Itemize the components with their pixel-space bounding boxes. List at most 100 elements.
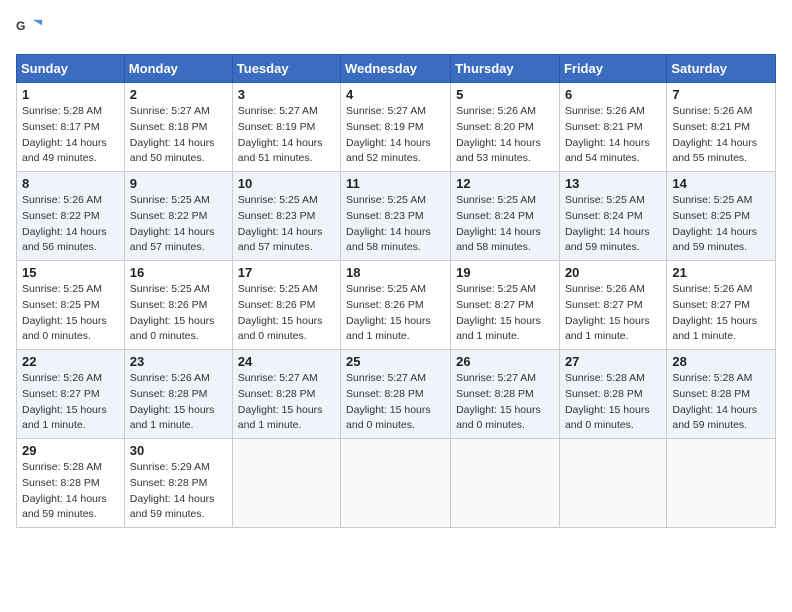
day-number: 8 [22,176,119,191]
day-info: Sunrise: 5:29 AM Sunset: 8:28 PM Dayligh… [130,460,227,523]
calendar-day-cell: 18 Sunrise: 5:25 AM Sunset: 8:26 PM Dayli… [341,261,451,350]
day-info: Sunrise: 5:25 AM Sunset: 8:26 PM Dayligh… [238,282,335,345]
calendar-week-row: 29Sunrise: 5:28 AM Sunset: 8:28 PM Dayli… [17,439,776,528]
day-number: 19 [456,265,554,280]
day-info: Sunrise: 5:28 AM Sunset: 8:28 PM Dayligh… [22,460,119,523]
day-info: Sunrise: 5:26 AM Sunset: 8:27 PM Dayligh… [565,282,661,345]
day-info: Sunrise: 5:28 AM Sunset: 8:28 PM Dayligh… [565,371,661,434]
calendar-day-cell: 21Sunrise: 5:26 AM Sunset: 8:27 PM Dayli… [667,261,776,350]
calendar-week-row: 22 Sunrise: 5:26 AM Sunset: 8:27 PM Dayli… [17,350,776,439]
calendar-table: SundayMondayTuesdayWednesdayThursdayFrid… [16,54,776,528]
day-number: 6 [565,87,661,102]
calendar-day-cell: 24Sunrise: 5:27 AM Sunset: 8:28 PM Dayli… [232,350,340,439]
page-header: G [16,16,776,44]
day-info: Sunrise: 5:26 AM Sunset: 8:21 PM Dayligh… [672,104,770,167]
calendar-day-cell: 25Sunrise: 5:27 AM Sunset: 8:28 PM Dayli… [341,350,451,439]
day-number: 12 [456,176,554,191]
calendar-day-cell: 7 Sunrise: 5:26 AM Sunset: 8:21 PM Daylig… [667,83,776,172]
day-info: Sunrise: 5:26 AM Sunset: 8:27 PM Dayligh… [672,282,770,345]
day-number: 24 [238,354,335,369]
day-info: Sunrise: 5:25 AM Sunset: 8:24 PM Dayligh… [565,193,661,256]
calendar-day-cell: 4 Sunrise: 5:27 AM Sunset: 8:19 PM Daylig… [341,83,451,172]
weekday-header: Tuesday [232,55,340,83]
calendar-day-cell: 8 Sunrise: 5:26 AM Sunset: 8:22 PM Daylig… [17,172,125,261]
day-info: Sunrise: 5:28 AM Sunset: 8:17 PM Dayligh… [22,104,119,167]
day-info: Sunrise: 5:27 AM Sunset: 8:28 PM Dayligh… [346,371,445,434]
day-number: 30 [130,443,227,458]
calendar-day-cell: 20 Sunrise: 5:26 AM Sunset: 8:27 PM Dayli… [559,261,666,350]
calendar-week-row: 15 Sunrise: 5:25 AM Sunset: 8:25 PM Dayli… [17,261,776,350]
weekday-header: Thursday [451,55,560,83]
day-info: Sunrise: 5:26 AM Sunset: 8:27 PM Dayligh… [22,371,119,434]
calendar-day-cell: 1 Sunrise: 5:28 AM Sunset: 8:17 PM Daylig… [17,83,125,172]
day-info: Sunrise: 5:28 AM Sunset: 8:28 PM Dayligh… [672,371,770,434]
day-number: 17 [238,265,335,280]
calendar-day-cell: 17 Sunrise: 5:25 AM Sunset: 8:26 PM Dayli… [232,261,340,350]
weekday-header: Wednesday [341,55,451,83]
day-info: Sunrise: 5:27 AM Sunset: 8:19 PM Dayligh… [238,104,335,167]
day-number: 10 [238,176,335,191]
day-number: 16 [130,265,227,280]
calendar-day-cell: 22 Sunrise: 5:26 AM Sunset: 8:27 PM Dayli… [17,350,125,439]
day-info: Sunrise: 5:26 AM Sunset: 8:28 PM Dayligh… [130,371,227,434]
day-number: 1 [22,87,119,102]
day-number: 27 [565,354,661,369]
logo: G [16,16,48,44]
day-number: 22 [22,354,119,369]
calendar-day-cell: 28 Sunrise: 5:28 AM Sunset: 8:28 PM Dayli… [667,350,776,439]
calendar-day-cell: 16 Sunrise: 5:25 AM Sunset: 8:26 PM Dayli… [124,261,232,350]
day-info: Sunrise: 5:25 AM Sunset: 8:24 PM Dayligh… [456,193,554,256]
calendar-day-cell: 9Sunrise: 5:25 AM Sunset: 8:22 PM Daylig… [124,172,232,261]
day-number: 5 [456,87,554,102]
day-number: 4 [346,87,445,102]
calendar-day-cell: 14 Sunrise: 5:25 AM Sunset: 8:25 PM Dayli… [667,172,776,261]
day-number: 23 [130,354,227,369]
calendar-day-cell: 23 Sunrise: 5:26 AM Sunset: 8:28 PM Dayli… [124,350,232,439]
calendar-day-cell [232,439,340,528]
day-number: 15 [22,265,119,280]
day-number: 2 [130,87,227,102]
day-info: Sunrise: 5:25 AM Sunset: 8:25 PM Dayligh… [672,193,770,256]
day-number: 26 [456,354,554,369]
svg-text:G: G [16,19,25,33]
calendar-week-row: 1 Sunrise: 5:28 AM Sunset: 8:17 PM Daylig… [17,83,776,172]
weekday-header: Saturday [667,55,776,83]
day-info: Sunrise: 5:25 AM Sunset: 8:23 PM Dayligh… [238,193,335,256]
calendar-day-cell: 2 Sunrise: 5:27 AM Sunset: 8:18 PM Daylig… [124,83,232,172]
day-number: 14 [672,176,770,191]
calendar-day-cell [451,439,560,528]
day-info: Sunrise: 5:26 AM Sunset: 8:20 PM Dayligh… [456,104,554,167]
logo-icon: G [16,16,44,44]
calendar-day-cell: 12 Sunrise: 5:25 AM Sunset: 8:24 PM Dayli… [451,172,560,261]
calendar-day-cell [559,439,666,528]
day-info: Sunrise: 5:25 AM Sunset: 8:26 PM Dayligh… [346,282,445,345]
calendar-day-cell: 19Sunrise: 5:25 AM Sunset: 8:27 PM Dayli… [451,261,560,350]
calendar-day-cell: 13Sunrise: 5:25 AM Sunset: 8:24 PM Dayli… [559,172,666,261]
calendar-day-cell: 27 Sunrise: 5:28 AM Sunset: 8:28 PM Dayli… [559,350,666,439]
day-info: Sunrise: 5:25 AM Sunset: 8:26 PM Dayligh… [130,282,227,345]
day-info: Sunrise: 5:27 AM Sunset: 8:28 PM Dayligh… [456,371,554,434]
day-number: 18 [346,265,445,280]
calendar-day-cell: 6 Sunrise: 5:26 AM Sunset: 8:21 PM Daylig… [559,83,666,172]
day-number: 3 [238,87,335,102]
weekday-header: Friday [559,55,666,83]
day-info: Sunrise: 5:25 AM Sunset: 8:25 PM Dayligh… [22,282,119,345]
day-info: Sunrise: 5:27 AM Sunset: 8:18 PM Dayligh… [130,104,227,167]
calendar-day-cell: 5 Sunrise: 5:26 AM Sunset: 8:20 PM Daylig… [451,83,560,172]
day-number: 11 [346,176,445,191]
calendar-day-cell: 11Sunrise: 5:25 AM Sunset: 8:23 PM Dayli… [341,172,451,261]
calendar-day-cell: 15 Sunrise: 5:25 AM Sunset: 8:25 PM Dayli… [17,261,125,350]
day-number: 7 [672,87,770,102]
calendar-day-cell [341,439,451,528]
calendar-day-cell: 29Sunrise: 5:28 AM Sunset: 8:28 PM Dayli… [17,439,125,528]
calendar-week-row: 8 Sunrise: 5:26 AM Sunset: 8:22 PM Daylig… [17,172,776,261]
day-info: Sunrise: 5:26 AM Sunset: 8:22 PM Dayligh… [22,193,119,256]
calendar-day-cell: 26 Sunrise: 5:27 AM Sunset: 8:28 PM Dayli… [451,350,560,439]
day-number: 28 [672,354,770,369]
weekday-header: Sunday [17,55,125,83]
calendar-day-cell: 3 Sunrise: 5:27 AM Sunset: 8:19 PM Daylig… [232,83,340,172]
calendar-day-cell: 30 Sunrise: 5:29 AM Sunset: 8:28 PM Dayli… [124,439,232,528]
day-info: Sunrise: 5:27 AM Sunset: 8:19 PM Dayligh… [346,104,445,167]
day-info: Sunrise: 5:26 AM Sunset: 8:21 PM Dayligh… [565,104,661,167]
day-number: 20 [565,265,661,280]
